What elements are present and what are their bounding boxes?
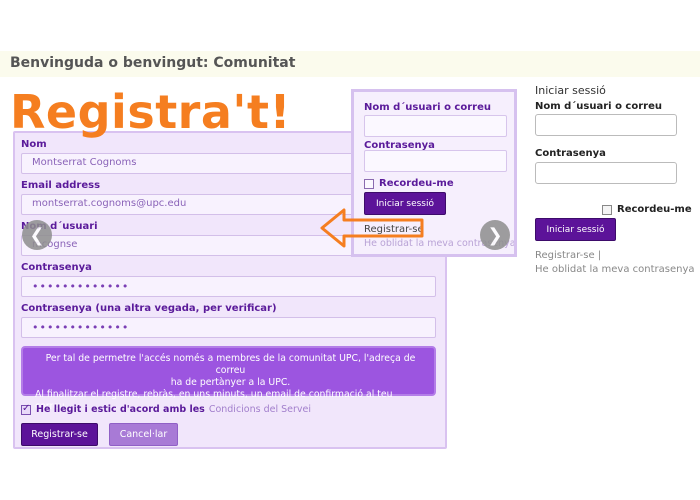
terms-checkbox[interactable]	[21, 403, 31, 415]
terms-text: He llegit i estic d'acord amb les	[36, 404, 205, 415]
sidebar-remember-checkbox[interactable]	[602, 204, 612, 215]
zoom-username-label: Nom d´usuari o correu	[364, 102, 491, 113]
password-confirm-label: Contrasenya (una altra vegada, per verif…	[21, 303, 277, 314]
notice-line-1: Per tal de permetre l'accés només a memb…	[45, 353, 416, 376]
page-title: Benvinguda o benvingut: Comunitat	[10, 55, 296, 71]
zoom-username-input[interactable]	[364, 115, 507, 137]
register-heading: Registra't!	[10, 85, 291, 139]
password-label: Contrasenya	[21, 262, 92, 273]
sidebar-login-title: Iniciar sessió	[535, 84, 606, 97]
terms-link[interactable]: Condicions del Servei	[209, 404, 311, 415]
zoom-remember-checkbox[interactable]	[364, 178, 374, 189]
sidebar-username-label: Nom d´usuari o correu	[535, 101, 662, 112]
carousel-prev-button[interactable]: ❮	[22, 220, 52, 250]
sidebar-password-input[interactable]	[535, 162, 677, 184]
password-input[interactable]: •••••••••••••	[21, 276, 436, 297]
zoom-remember-label: Recordeu-me	[379, 178, 454, 189]
carousel-next-button[interactable]: ❯	[480, 220, 510, 250]
sidebar-password-label: Contrasenya	[535, 148, 606, 159]
upc-notice: Per tal de permetre l'accés només a memb…	[21, 346, 436, 412]
form-buttons: Registrar-se Cancel·lar	[21, 423, 439, 446]
notice-line-2: ha de pertànyer a la UPC.	[170, 377, 291, 388]
register-button[interactable]: Registrar-se	[21, 423, 98, 446]
sidebar-forgot-link[interactable]: He oblidat la meva contrasenya	[535, 264, 695, 275]
terms-agreement: He llegit i estic d'acord amb les Condic…	[21, 403, 439, 415]
zoom-remember: Recordeu-me	[364, 178, 454, 189]
sidebar-remember: Recordeu-me	[602, 204, 692, 215]
password-confirm-input[interactable]: •••••••••••••	[21, 317, 436, 338]
chevron-left-icon: ❮	[29, 224, 45, 246]
cancel-button[interactable]: Cancel·lar	[109, 423, 178, 446]
sidebar-login-button[interactable]: Iniciar sessió	[535, 218, 616, 241]
sidebar-remember-label: Recordeu-me	[617, 204, 692, 215]
sidebar-register-link[interactable]: Registrar-se |	[535, 250, 601, 261]
sidebar-username-input[interactable]	[535, 114, 677, 136]
orange-arrow-icon	[320, 208, 424, 248]
sidebar-login: Iniciar sessió Nom d´usuari o correu Con…	[535, 84, 695, 275]
chevron-right-icon: ❯	[487, 224, 503, 246]
zoom-password-input[interactable]	[364, 150, 507, 172]
